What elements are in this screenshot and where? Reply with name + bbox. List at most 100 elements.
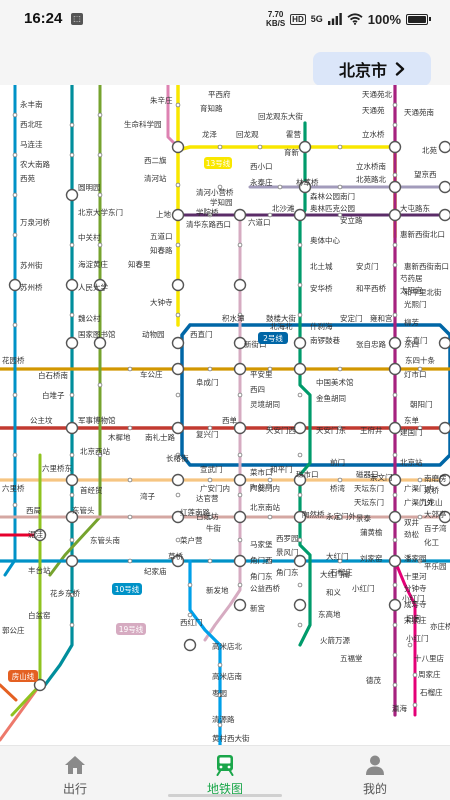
station-label-lishuiqiao: 立水桥 [362,129,385,139]
station-label-baipenyao: 白盆窑 [28,610,51,620]
station-dot [207,477,213,483]
station-dot [127,366,133,372]
transfer-station [171,140,185,154]
station-label-pingleyuan: 平乐园 [424,561,447,571]
network-speed: 7.70 KB/S [266,10,285,28]
station-label-changchunjie: 长椿街 [166,453,189,463]
station-label-zaoyuan: 枣园 [212,688,227,698]
home-icon [63,754,87,776]
station-label-chaoyangmen: 朝阳门 [410,400,433,409]
station-label-muxidi: 木樨地 [108,432,131,442]
transfer-station [388,208,402,222]
station-dot [237,452,243,458]
station-label-dongguantou: 东管头 [72,505,95,515]
station-dot [237,582,243,588]
station-dot [337,144,343,150]
station-label-huangcunxidajie: 黄村西大街 [212,733,250,743]
station-label-majiapubei: 景风门 [276,548,299,557]
tab-bar: 出行 地铁图 我的 [0,745,450,800]
station-label-xiluoyuan: 西罗园 [276,534,299,543]
transfer-station [293,208,307,222]
transfer-station [65,336,79,350]
station-label-beiyuanlubei: 北苑路北 [356,174,386,184]
station-dot [412,702,418,708]
station-dot [337,477,343,483]
station-label-beitucheng: 北土城 [310,261,333,271]
transfer-station [388,598,402,612]
status-bar: 16:24 ⬚ 7.70 KB/S HD 5G 100% [0,0,450,40]
station-label-fenzhongsi: 分钟寺 [404,583,427,593]
subway-map[interactable]: 永丰南 西北旺 马连洼 农大南路 西苑 圆明园 万泉河桥 北京大学东门 中关村 苏州街 海淀黄庄 知春… [0,85,450,745]
station-dot [69,122,75,128]
station-dot [297,242,303,248]
station-label-jiugong: 旧宫 [406,613,421,623]
station-dot [412,672,418,678]
station-dot [217,144,223,150]
station-label-pingxifu: 平西府 [208,89,231,99]
transfer-station [388,180,402,194]
station-label-jishuitan: 积水潭 [222,313,245,323]
station-label-shangdi: 上地 [156,209,171,219]
station-dot [127,514,133,520]
station-label-tiananmendong: 天安门东 [316,425,346,435]
station-label-jinsong: 劲松 [404,529,419,539]
station-dot [187,612,193,618]
station-label-shengmingkexueyuan: 生命科学园 [124,119,162,129]
station-label-gongyixiqiao: 公益西桥 [250,583,280,593]
station-label-nanmofang: 南磨房 [424,473,447,483]
transfer-station [293,554,307,568]
station-dot [297,282,303,288]
transfer-station [171,336,185,350]
transfer-station [293,362,307,376]
subway-map-canvas[interactable]: 永丰南西北旺马连洼农大南路西苑圆明园万泉河桥 北京大学东门中关村苏州街 海淀黄庄 知春… [0,85,450,745]
tab-travel[interactable]: 出行 [0,746,150,800]
station-dot [297,312,303,318]
station-label-anzhenmen: 安贞门 [356,261,379,271]
station-dot [97,382,103,388]
battery-percent: 100% [367,11,401,27]
transfer-station [388,362,402,376]
station-label-baiziwan: 百子湾 [424,523,447,533]
station-label-yongfeng_nan: 永丰南 [20,99,43,109]
network-speed-unit: KB/S [266,19,286,28]
station-label-fuxingmen: 复兴门 [196,429,219,439]
station-label-xinfadi: 新发地 [206,585,229,595]
station-dot [392,622,398,628]
station-dot [97,152,103,158]
station-label-jianguomen: 建国门 [400,427,423,437]
station-label-xiyuan: 西苑 [20,173,35,183]
station-dot [69,242,75,248]
line-badge-label-line19: 19号线 [119,624,144,634]
station-dot [127,477,133,483]
station-label-datunlu: 大屯路东 [400,203,430,213]
station-dot [175,242,181,248]
city-selector-button[interactable]: 北京市 [313,52,431,86]
path-fangshan [0,683,18,702]
station-label-taoranqiao: 陶然桥 [302,509,325,519]
station-label-tiantandongmen: 天坛东门 [354,483,384,493]
station-label-beiyuan: 北苑 [422,145,437,155]
station-label-linchuiqiao: 林萃桥 [296,177,319,187]
station-label-gongzhufen: 公主坟 [30,415,53,425]
station-dot [277,184,283,190]
profile-icon [363,754,387,776]
station-label-xiaohongmen: 小红门 [406,633,429,643]
station-label-xixiaokou: 西小口 [250,162,273,171]
station-dot [267,514,273,520]
station-dot [207,558,213,564]
tab-subway-map[interactable]: 地铁图 [150,746,300,800]
station-label-beijingzhan: 北京站 [400,457,423,467]
station-label-fuchengmen: 阜成门 [196,377,219,387]
network-speed-value: 7.70 [267,10,284,19]
station-label-dongdan: 东单 [404,415,419,425]
station-label-zhushikou: 珠市口 [296,469,319,479]
line-badge-label-line2: 2号线 [263,333,283,343]
station-label-xiaohongmen2: 小红门 [352,583,375,593]
tab-mine[interactable]: 我的 [300,746,450,800]
station-label-shibalidian: 十八里店 [414,653,444,663]
transfer-station [438,421,450,435]
line-badge-label-fangshan: 房山线 [12,671,35,681]
tab-mine-label: 我的 [362,782,387,796]
city-name: 北京市 [338,63,387,80]
station-dot [69,392,75,398]
